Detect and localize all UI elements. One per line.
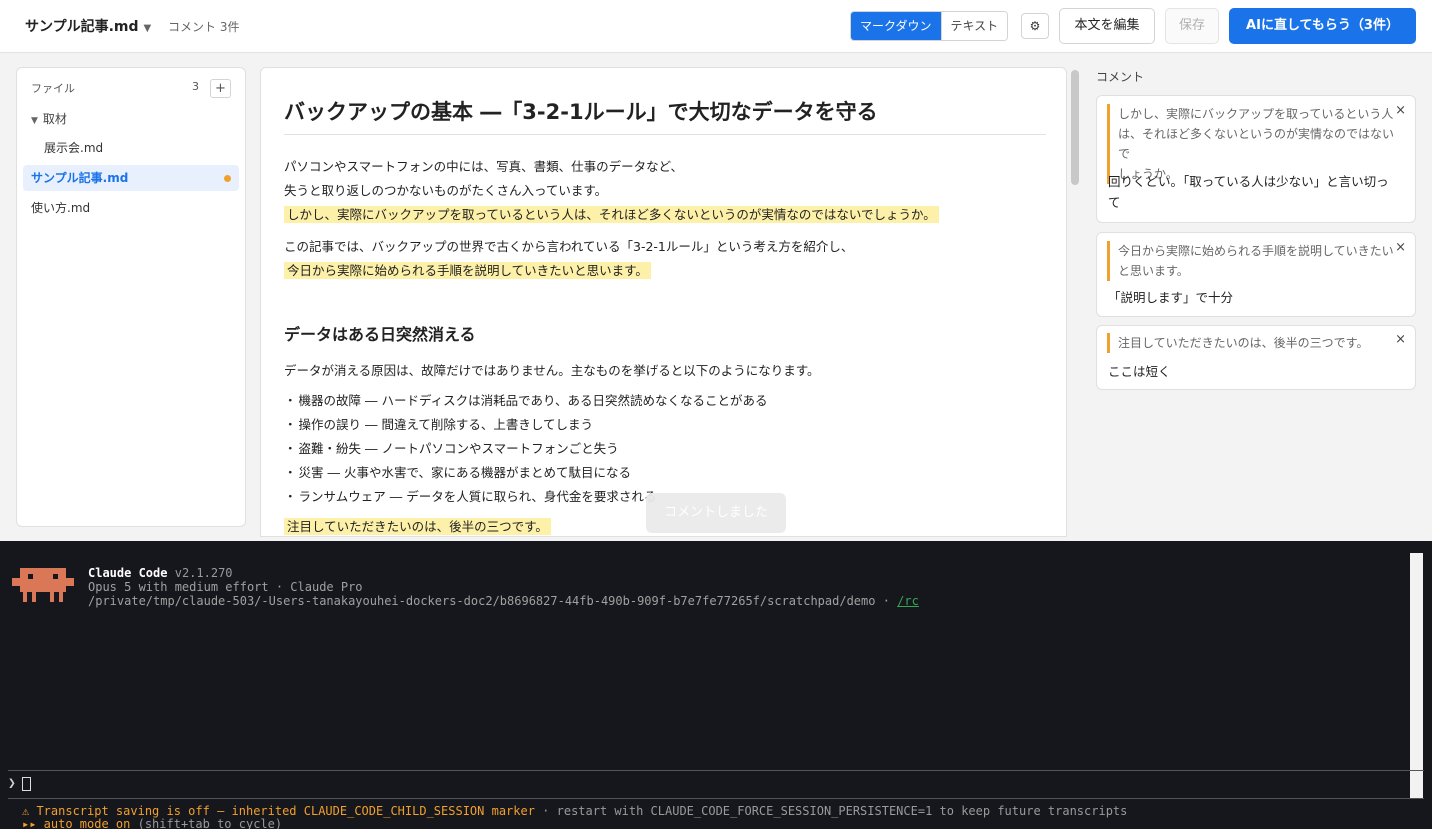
app-header: サンプル記事.md ▼ コメント 3件 マークダウン テキスト ⚙ 本文を編集 保…	[0, 0, 1432, 53]
file-title-text: サンプル記事.md	[25, 19, 139, 35]
cause-list: 機器の故障 ― ハードディスクは消耗品であり、ある日突然読めなくなることがある …	[284, 389, 1046, 509]
settings-gear-icon[interactable]: ⚙	[1021, 13, 1049, 39]
auto-mode-label: ▸▸ auto mode on	[22, 817, 131, 829]
toast-notification: コメントしました	[646, 493, 786, 533]
paragraph-line: しかし、実際にバックアップを取っているという人は、それほど多くないというのが実情…	[284, 203, 1046, 227]
mode-markdown-button[interactable]: マークダウン	[851, 12, 941, 40]
app-version: v2.1.270	[174, 566, 233, 580]
comment-quote: 今日から実際に始められる手順を説明していきたい と思います。	[1107, 241, 1395, 281]
warning-main: ⚠ Transcript saving is off — inherited C…	[22, 804, 535, 818]
sidebar-item-file[interactable]: 展示会.md	[23, 135, 239, 161]
list-item: 盗難・紛失 ― ノートパソコンやスマートフォンごと失う	[284, 437, 1046, 461]
chevron-down-icon: ▼	[143, 23, 152, 34]
ai-fix-button[interactable]: AIに直してもらう（3件）	[1229, 8, 1416, 44]
paragraph-line: 今日から実際に始められる手順を説明していきたいと思います。	[284, 259, 1046, 283]
document-title: バックアップの基本 ―「3-2-1ルール」で大切なデータを守る	[284, 96, 1046, 135]
sidebar-item-label: サンプル記事.md	[31, 171, 129, 185]
file-count: 3	[192, 80, 199, 93]
close-icon[interactable]: ×	[1395, 103, 1406, 118]
list-item: 災害 ― 火事や水害で、家にある機器がまとめて駄目になる	[284, 461, 1046, 485]
terminal-app-name: Claude Code v2.1.270	[88, 566, 233, 580]
edit-body-button[interactable]: 本文を編集	[1059, 8, 1155, 44]
document-preview[interactable]: バックアップの基本 ―「3-2-1ルール」で大切なデータを守る パソコンやスマー…	[260, 67, 1067, 537]
close-icon[interactable]: ×	[1395, 332, 1406, 347]
auto-mode-status: ▸▸ auto mode on (shift+tab to cycle)	[22, 817, 282, 829]
comment-body: 「説明します」で十分	[1108, 290, 1234, 305]
comment-card: 今日から実際に始められる手順を説明していきたい と思います。 × 「説明します」…	[1096, 232, 1416, 317]
warning-rest: · restart with CLAUDE_CODE_FORCE_SESSION…	[534, 804, 1128, 818]
list-item: 操作の誤り ― 間違えて削除する、上書きしてしまう	[284, 413, 1046, 437]
terminal-input-cursor[interactable]	[22, 777, 31, 791]
folder-toggle[interactable]: ▼ 取材	[31, 110, 67, 127]
file-title-dropdown[interactable]: サンプル記事.md ▼	[25, 16, 151, 36]
mode-text-button[interactable]: テキスト	[940, 12, 1008, 40]
rc-link[interactable]: /rc	[897, 594, 919, 608]
auto-mode-hint: (shift+tab to cycle)	[130, 817, 283, 829]
add-file-button[interactable]: +	[210, 79, 231, 98]
sidebar-item-file-selected[interactable]: サンプル記事.md	[23, 165, 239, 191]
paragraph-line: データが消える原因は、故障だけではありません。主なものを挙げると以下のようになり…	[284, 363, 820, 378]
comment-quote: 注目していただきたいのは、後半の三つです。	[1107, 333, 1395, 353]
paragraph-line: この記事では、バックアップの世界で古くから言われている「3-2-1ルール」という…	[284, 239, 854, 254]
paragraph-line: パソコンやスマートフォンの中には、写真、書類、仕事のデータなど、	[284, 159, 684, 174]
triangle-down-icon: ▼	[31, 116, 38, 126]
close-icon[interactable]: ×	[1395, 240, 1406, 255]
working-path: /private/tmp/claude-503/-Users-tanakayou…	[88, 594, 898, 608]
highlighted-comment-text[interactable]: 今日から実際に始められる手順を説明していきたいと思います。	[284, 262, 651, 279]
editor-scrollbar-thumb[interactable]	[1071, 70, 1079, 185]
comments-heading: コメント	[1096, 70, 1145, 84]
list-item: 機器の故障 ― ハードディスクは消耗品であり、ある日突然読めなくなることがある	[284, 389, 1046, 413]
sidebar-item-file[interactable]: 使い方.md	[23, 195, 239, 221]
comment-count: コメント 3件	[168, 20, 240, 34]
app-name: Claude Code	[88, 566, 168, 580]
sidebar-heading: ファイル	[31, 82, 75, 95]
divider	[8, 798, 1424, 799]
comment-body: ここは短く	[1108, 364, 1171, 379]
folder-name: 取材	[42, 112, 67, 126]
view-mode-toggle: マークダウン テキスト	[850, 11, 1009, 41]
comment-card: 注目していただきたいのは、後半の三つです。 × ここは短く	[1096, 325, 1416, 390]
prompt-symbol: ❯	[8, 776, 16, 791]
terminal-scrollbar[interactable]	[1410, 553, 1423, 798]
save-button[interactable]: 保存	[1165, 8, 1219, 44]
terminal-model-line: Opus 5 with medium effort · Claude Pro	[88, 580, 363, 594]
paragraph-line: 失うと取り返しのつかないものがたくさん入っています。	[284, 183, 608, 198]
divider	[8, 770, 1424, 771]
highlighted-comment-text[interactable]: 注目していただきたいのは、後半の三つです。	[284, 518, 551, 535]
comment-card: しかし、実際にバックアップを取っているという人 は、それほど多くないというのが実…	[1096, 95, 1416, 223]
highlighted-comment-text[interactable]: しかし、実際にバックアップを取っているという人は、それほど多くないというのが実情…	[284, 206, 939, 223]
comment-body: 回りくどい。「取っている人は少ない」と言い切っ て	[1108, 174, 1389, 210]
document-body: バックアップの基本 ―「3-2-1ルール」で大切なデータを守る パソコンやスマー…	[284, 96, 1046, 536]
unsaved-dot-icon	[224, 175, 231, 182]
section-heading: データはある日突然消える	[284, 325, 476, 344]
file-sidebar: ファイル 3 + ▼ 取材 展示会.md サンプル記事.md 使い方.md	[16, 67, 246, 527]
terminal-path-line: /private/tmp/claude-503/-Users-tanakayou…	[88, 594, 919, 608]
transcript-warning: ⚠ Transcript saving is off — inherited C…	[22, 804, 1127, 818]
claude-mascot-icon	[12, 568, 74, 602]
